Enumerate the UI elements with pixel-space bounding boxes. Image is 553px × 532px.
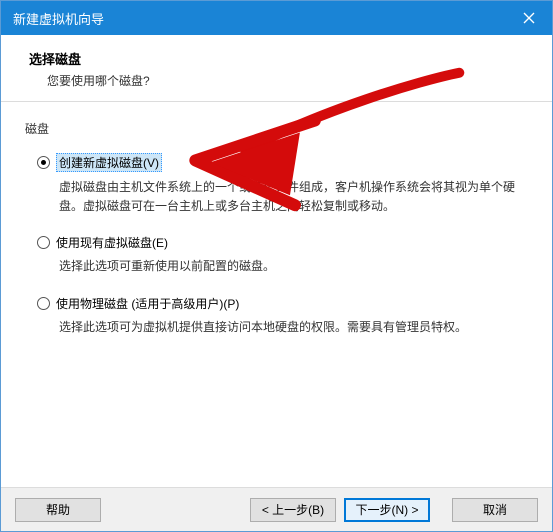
wizard-header: 选择磁盘 您要使用哪个磁盘? [1, 35, 552, 102]
wizard-footer: 帮助 < 上一步(B) 下一步(N) > 取消 [1, 487, 552, 531]
help-button[interactable]: 帮助 [15, 498, 101, 522]
option-create-new[interactable]: 创建新虚拟磁盘(V) 虚拟磁盘由主机文件系统上的一个或多个文件组成，客户机操作系… [37, 153, 528, 216]
radio-physical-disk[interactable] [37, 297, 50, 310]
page-subtitle: 您要使用哪个磁盘? [47, 72, 524, 89]
close-icon [523, 12, 535, 24]
option-desc: 虚拟磁盘由主机文件系统上的一个或多个文件组成，客户机操作系统会将其视为单个硬盘。… [59, 178, 522, 216]
option-physical-disk[interactable]: 使用物理磁盘 (适用于高级用户)(P) 选择此选项可为虚拟机提供直接访问本地硬盘… [37, 295, 528, 337]
close-button[interactable] [506, 1, 552, 35]
option-label: 使用现有虚拟磁盘(E) [56, 234, 168, 251]
radio-use-existing[interactable] [37, 236, 50, 249]
option-label: 创建新虚拟磁盘(V) [56, 153, 162, 172]
titlebar: 新建虚拟机向导 [1, 1, 552, 35]
back-button[interactable]: < 上一步(B) [250, 498, 336, 522]
radio-create-new[interactable] [37, 156, 50, 169]
window-title: 新建虚拟机向导 [13, 9, 104, 28]
group-label: 磁盘 [25, 120, 528, 137]
option-label: 使用物理磁盘 (适用于高级用户)(P) [56, 295, 239, 312]
wizard-window: 新建虚拟机向导 选择磁盘 您要使用哪个磁盘? 磁盘 创建新虚拟磁盘(V) 虚拟磁… [0, 0, 553, 532]
next-button[interactable]: 下一步(N) > [344, 498, 430, 522]
page-title: 选择磁盘 [29, 49, 524, 68]
option-desc: 选择此选项可为虚拟机提供直接访问本地硬盘的权限。需要具有管理员特权。 [59, 318, 522, 337]
wizard-body: 磁盘 创建新虚拟磁盘(V) 虚拟磁盘由主机文件系统上的一个或多个文件组成，客户机… [1, 102, 552, 487]
cancel-button[interactable]: 取消 [452, 498, 538, 522]
option-use-existing[interactable]: 使用现有虚拟磁盘(E) 选择此选项可重新使用以前配置的磁盘。 [37, 234, 528, 276]
option-desc: 选择此选项可重新使用以前配置的磁盘。 [59, 257, 522, 276]
